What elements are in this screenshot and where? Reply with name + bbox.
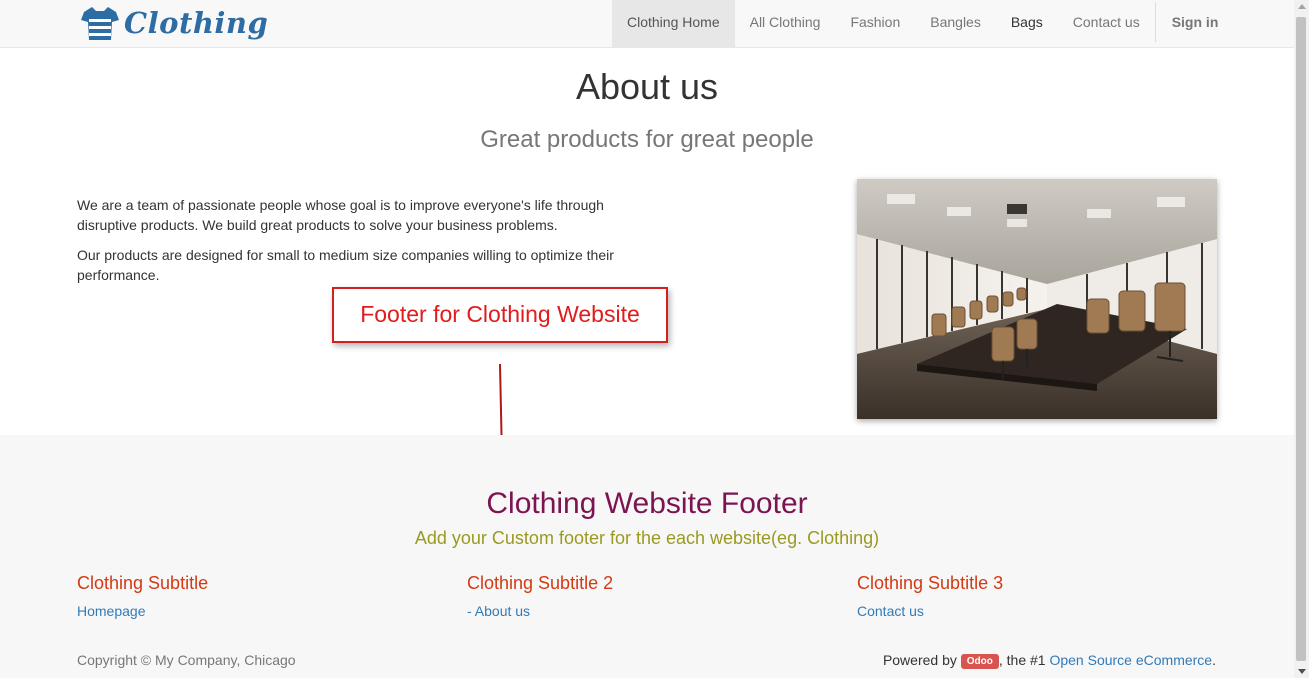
powered-suffix: . <box>1212 652 1216 668</box>
scroll-up-icon[interactable] <box>1298 4 1306 9</box>
footer-link-about-us[interactable]: - About us <box>467 603 530 619</box>
footer-column: Clothing Subtitle Homepage <box>77 573 437 621</box>
page-subtitle: Great products for great people <box>480 126 814 153</box>
logo-text: Clothing <box>124 6 269 40</box>
top-navbar: Clothing Clothing Home All Clothing Fash… <box>0 0 1294 48</box>
page-title: About us <box>575 66 719 107</box>
main-nav: Clothing Home All Clothing Fashion Bangl… <box>612 0 1233 47</box>
nav-item-fashion[interactable]: Fashion <box>835 0 915 47</box>
scrollbar-thumb[interactable] <box>1296 17 1306 661</box>
about-paragraph: Our products are designed for small to m… <box>77 247 614 283</box>
sign-in-link[interactable]: Sign in <box>1156 0 1234 47</box>
footer-link-contact-us[interactable]: Contact us <box>857 603 924 619</box>
conference-room-image <box>857 179 1217 419</box>
about-paragraph: We are a team of passionate people whose… <box>77 197 604 233</box>
nav-item-all-clothing[interactable]: All Clothing <box>735 0 836 47</box>
site-footer: Clothing Website Footer Add your Custom … <box>0 435 1294 678</box>
copyright-text: Copyright © My Company, Chicago <box>77 652 296 668</box>
footer-column: Clothing Subtitle 3 Contact us <box>857 573 1217 621</box>
nav-item-bags[interactable]: Bags <box>996 0 1058 47</box>
powered-by: Powered by Odoo, the #1 Open Source eCom… <box>883 652 1216 669</box>
footer-link-homepage[interactable]: Homepage <box>77 603 146 619</box>
open-source-ecommerce-link[interactable]: Open Source eCommerce <box>1049 652 1212 668</box>
vertical-scrollbar[interactable] <box>1294 0 1309 678</box>
footer-column-title: Clothing Subtitle 2 <box>467 573 614 593</box>
footer-subtitle: Add your Custom footer for the each webs… <box>414 528 880 548</box>
nav-item-bangles[interactable]: Bangles <box>915 0 996 47</box>
nav-item-contact-us[interactable]: Contact us <box>1058 0 1155 47</box>
nav-item-clothing-home[interactable]: Clothing Home <box>612 0 735 47</box>
annotation-callout: Footer for Clothing Website <box>332 287 668 343</box>
site-logo[interactable]: Clothing <box>80 3 268 43</box>
footer-column: Clothing Subtitle 2 - About us <box>467 573 827 621</box>
odoo-badge[interactable]: Odoo <box>960 654 999 669</box>
powered-middle: , the #1 <box>998 652 1046 668</box>
footer-title: Clothing Website Footer <box>486 487 808 520</box>
scroll-down-icon[interactable] <box>1298 669 1306 674</box>
powered-prefix: Powered by <box>882 652 957 668</box>
tshirt-logo-icon <box>81 7 119 40</box>
footer-column-title: Clothing Subtitle 3 <box>857 573 1004 593</box>
footer-column-title: Clothing Subtitle <box>77 573 209 593</box>
